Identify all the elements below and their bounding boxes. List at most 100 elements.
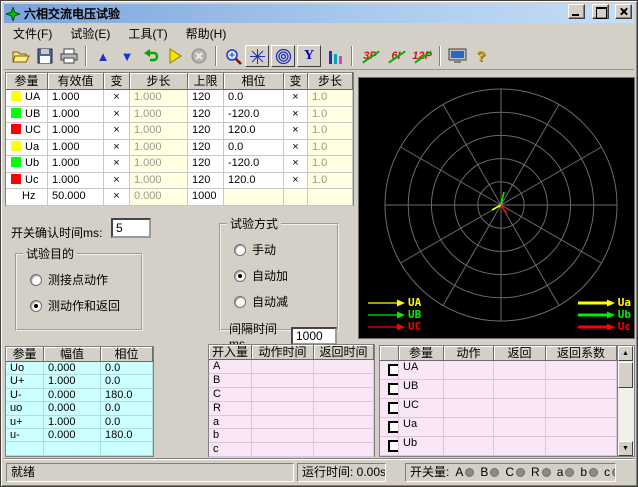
checkbox[interactable] xyxy=(388,440,399,452)
scroll-down-button[interactable]: ▼ xyxy=(618,441,633,456)
menu-item-test[interactable]: 试验(E) xyxy=(61,23,119,44)
empty-cell xyxy=(6,442,44,455)
toolbar-separator xyxy=(85,46,87,66)
test-purpose-option[interactable]: 测接点动作 xyxy=(30,271,141,288)
result-table-scrollbar[interactable]: ▲ ▼ xyxy=(618,345,635,457)
3p-mode-button[interactable]: 3P xyxy=(357,45,383,67)
rms-value-cell[interactable]: 1.000 xyxy=(48,140,104,157)
rms-value-cell[interactable]: 1.000 xyxy=(48,173,104,190)
test-mode-option[interactable]: 手动 xyxy=(234,241,337,258)
radio-button[interactable] xyxy=(234,270,246,282)
switch-label: B xyxy=(480,465,488,479)
input-name-cell: C xyxy=(209,388,252,402)
maximize-button[interactable] xyxy=(592,4,609,19)
radio-button[interactable] xyxy=(234,296,246,308)
close-button[interactable] xyxy=(615,4,632,19)
start-test-button[interactable] xyxy=(163,45,187,67)
impedance-circle-button[interactable] xyxy=(271,45,295,67)
minimize-button[interactable] xyxy=(568,4,585,19)
arrow-icon xyxy=(367,298,407,308)
radio-button[interactable] xyxy=(30,274,42,286)
test-mode-option[interactable]: 自动加 xyxy=(234,267,337,284)
arrow-icon xyxy=(367,322,407,332)
vary-toggle-cell[interactable]: × xyxy=(104,156,130,173)
scroll-up-button[interactable]: ▲ xyxy=(618,346,633,361)
color-swatch xyxy=(11,108,21,118)
vary-toggle-cell[interactable]: × xyxy=(284,90,308,107)
vector-diagram-button[interactable] xyxy=(245,45,269,67)
12p-mode-button[interactable]: 12P xyxy=(409,45,435,67)
vary-toggle-cell[interactable]: × xyxy=(284,123,308,140)
window-title: 六相交流电压试验 xyxy=(24,5,566,22)
phase-cell[interactable]: 120.0 xyxy=(224,173,284,190)
phase-cell[interactable]: -120.0 xyxy=(224,156,284,173)
radio-button[interactable] xyxy=(234,244,246,256)
amplitude-cell: 0.000 xyxy=(44,429,101,442)
upper-limit-cell[interactable]: 120 xyxy=(188,173,224,190)
test-mode-option-label: 自动减 xyxy=(252,293,288,310)
checkbox[interactable] xyxy=(388,402,399,414)
phase-cell[interactable]: 0.0 xyxy=(224,90,284,107)
save-button[interactable] xyxy=(33,45,57,67)
test-purpose-option[interactable]: 测动作和返回 xyxy=(30,297,141,314)
confirm-time-input[interactable] xyxy=(111,218,151,238)
vary-toggle-cell[interactable]: × xyxy=(104,189,130,206)
checkbox[interactable] xyxy=(388,421,399,433)
upper-limit-cell[interactable]: 120 xyxy=(188,90,224,107)
phase-cell[interactable]: -120.0 xyxy=(224,107,284,124)
harmonic-chart-button[interactable] xyxy=(323,45,347,67)
vary-toggle-cell[interactable]: × xyxy=(284,173,308,190)
vary-toggle-cell[interactable]: × xyxy=(284,107,308,124)
menu-item-tools[interactable]: 工具(T) xyxy=(119,23,176,44)
switch-indicator xyxy=(612,468,616,477)
input-name-cell: A xyxy=(209,360,252,374)
rms-value-cell[interactable]: 1.000 xyxy=(48,107,104,124)
rms-value-cell[interactable]: 1.000 xyxy=(48,123,104,140)
vary-toggle-cell[interactable]: × xyxy=(104,123,130,140)
vary-toggle-cell[interactable]: × xyxy=(284,140,308,157)
stop-test-button[interactable] xyxy=(187,45,211,67)
color-swatch xyxy=(11,124,21,134)
rms-value-cell[interactable]: 1.000 xyxy=(48,156,104,173)
open-button[interactable] xyxy=(9,45,33,67)
reset-button[interactable] xyxy=(139,45,163,67)
menu-item-help[interactable]: 帮助(H) xyxy=(177,23,236,44)
scrollbar-thumb[interactable] xyxy=(618,362,633,388)
column-header: 相位 xyxy=(224,73,284,90)
phase-cell[interactable]: 120.0 xyxy=(224,123,284,140)
upper-limit-cell[interactable]: 1000 xyxy=(188,189,224,206)
6i-mode-button[interactable]: 6I xyxy=(383,45,409,67)
zoom-button[interactable] xyxy=(221,45,245,67)
radio-button[interactable] xyxy=(30,300,42,312)
device-settings-button[interactable] xyxy=(445,45,469,67)
step-up-button[interactable]: ▲ xyxy=(91,45,115,67)
checkbox[interactable] xyxy=(388,383,399,395)
upper-limit-cell[interactable]: 120 xyxy=(188,140,224,157)
step-down-button[interactable]: ▼ xyxy=(115,45,139,67)
rms-value-cell[interactable]: 1.000 xyxy=(48,90,104,107)
test-mode-option[interactable]: 自动减 xyxy=(234,293,337,310)
vary-toggle-cell[interactable]: × xyxy=(104,173,130,190)
titlebar: 六相交流电压试验 xyxy=(4,4,634,23)
print-button[interactable] xyxy=(57,45,81,67)
help-button[interactable]: ? xyxy=(469,45,493,67)
return-ratio-cell xyxy=(546,399,617,418)
action-value-cell xyxy=(444,361,494,380)
wiring-diagram-button[interactable]: Y xyxy=(297,45,321,67)
vary-toggle-cell[interactable]: × xyxy=(104,107,130,124)
return-time-cell xyxy=(314,443,374,457)
column-header: 步长 xyxy=(130,73,188,90)
rms-value-cell[interactable]: 50.000 xyxy=(48,189,104,206)
menu-item-file[interactable]: 文件(F) xyxy=(4,23,61,44)
interval-input[interactable] xyxy=(291,327,337,345)
phase-cell[interactable]: 0.0 xyxy=(224,140,284,157)
vary-toggle-cell[interactable]: × xyxy=(104,140,130,157)
upper-limit-cell[interactable]: 120 xyxy=(188,123,224,140)
toolbar: ▲ ▼ xyxy=(4,43,634,70)
checkbox[interactable] xyxy=(388,364,399,376)
column-header: 变 xyxy=(284,73,308,90)
upper-limit-cell[interactable]: 120 xyxy=(188,107,224,124)
upper-limit-cell[interactable]: 120 xyxy=(188,156,224,173)
vary-toggle-cell[interactable]: × xyxy=(104,90,130,107)
vary-toggle-cell[interactable]: × xyxy=(284,156,308,173)
